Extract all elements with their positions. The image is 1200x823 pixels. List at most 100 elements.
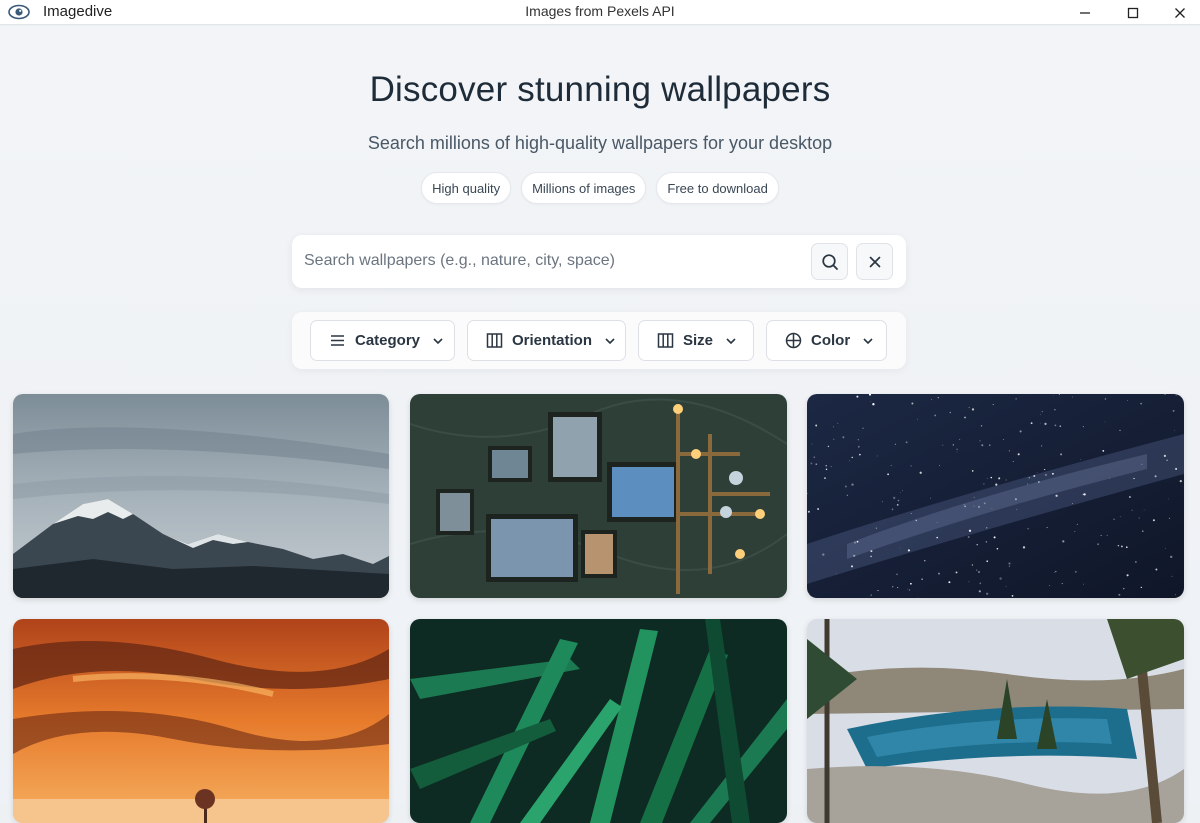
wallpaper-card[interactable]	[410, 619, 787, 823]
category-dropdown[interactable]: Category	[310, 320, 455, 361]
star	[1175, 394, 1177, 396]
star	[887, 473, 890, 476]
star	[815, 463, 818, 466]
star	[824, 477, 826, 480]
star	[1072, 503, 1073, 504]
star	[1036, 472, 1038, 473]
wallpaper-card[interactable]	[13, 619, 389, 823]
star	[1126, 400, 1128, 401]
wallpaper-card[interactable]	[807, 619, 1184, 823]
star	[1053, 395, 1055, 396]
star	[989, 444, 991, 446]
star	[1044, 473, 1047, 476]
size-dropdown[interactable]: Size	[638, 320, 754, 361]
star	[870, 401, 871, 402]
star	[833, 438, 835, 440]
star	[1125, 546, 1128, 549]
star	[1123, 587, 1125, 590]
close-icon	[1175, 7, 1185, 18]
wallpaper-image-lake	[807, 619, 1184, 823]
close-window-button[interactable]	[1157, 0, 1200, 25]
star	[862, 427, 864, 429]
star	[890, 464, 892, 466]
globe-icon	[785, 332, 802, 349]
search-button[interactable]	[811, 243, 848, 280]
star	[973, 496, 975, 498]
star	[833, 426, 834, 428]
star	[897, 586, 899, 589]
star	[1171, 575, 1173, 577]
star	[937, 397, 939, 399]
star	[817, 508, 820, 510]
star	[907, 588, 908, 590]
minimize-button[interactable]	[1062, 0, 1108, 25]
star	[1126, 574, 1129, 577]
star	[859, 453, 861, 456]
star	[1062, 540, 1065, 543]
star	[1011, 595, 1014, 597]
clear-search-button[interactable]	[856, 243, 893, 280]
star	[979, 582, 982, 585]
star	[1061, 583, 1063, 585]
star	[1097, 543, 1100, 546]
star	[1041, 410, 1043, 413]
star	[907, 549, 910, 552]
star	[1040, 445, 1043, 447]
star	[919, 471, 922, 474]
star	[971, 470, 974, 472]
star	[1152, 519, 1155, 522]
star	[837, 422, 839, 424]
wallpaper-card[interactable]	[410, 394, 787, 598]
star	[916, 418, 918, 420]
star	[985, 527, 988, 529]
window-title: Images from Pexels API	[525, 3, 675, 19]
star	[1008, 565, 1010, 567]
star	[1060, 453, 1063, 456]
wallpaper-card[interactable]	[13, 394, 389, 598]
star	[910, 582, 912, 585]
wallpaper-image-mountains	[13, 394, 389, 598]
star	[851, 483, 854, 486]
star	[1044, 469, 1046, 471]
app-name: Imagedive	[43, 3, 113, 20]
star	[977, 505, 981, 509]
star	[876, 455, 878, 457]
color-dropdown[interactable]: Color	[766, 320, 887, 361]
star	[978, 571, 980, 573]
search-input[interactable]	[304, 246, 804, 276]
star	[1131, 509, 1133, 511]
star	[810, 462, 813, 465]
star	[910, 512, 912, 514]
chip-free-to-download: Free to download	[656, 172, 779, 204]
star	[996, 547, 999, 550]
star	[835, 573, 837, 575]
star	[1012, 460, 1014, 462]
star	[1019, 430, 1022, 433]
star	[905, 441, 908, 444]
wallpaper-image-stars	[807, 394, 1184, 598]
star	[1059, 425, 1062, 427]
star	[1168, 517, 1171, 519]
star	[875, 527, 877, 529]
star	[870, 550, 873, 553]
star	[985, 541, 987, 543]
star	[981, 444, 984, 447]
star	[1038, 481, 1040, 483]
star	[1133, 477, 1135, 480]
page-subtitle: Search millions of high-quality wallpape…	[367, 133, 833, 153]
wallpaper-card[interactable]	[807, 394, 1184, 598]
orientation-dropdown[interactable]: Orientation	[467, 320, 626, 361]
maximize-button[interactable]	[1110, 0, 1156, 25]
star	[1017, 453, 1020, 456]
star	[1174, 594, 1176, 596]
star	[1054, 571, 1056, 573]
size-label: Size	[683, 332, 714, 349]
star	[870, 594, 872, 596]
star	[964, 505, 966, 508]
chevron-down-icon	[605, 337, 615, 344]
star	[963, 503, 965, 506]
star	[1046, 527, 1048, 529]
filter-bar: Category Orientation Size Color	[292, 312, 906, 369]
star	[827, 445, 830, 448]
star	[1154, 475, 1157, 478]
